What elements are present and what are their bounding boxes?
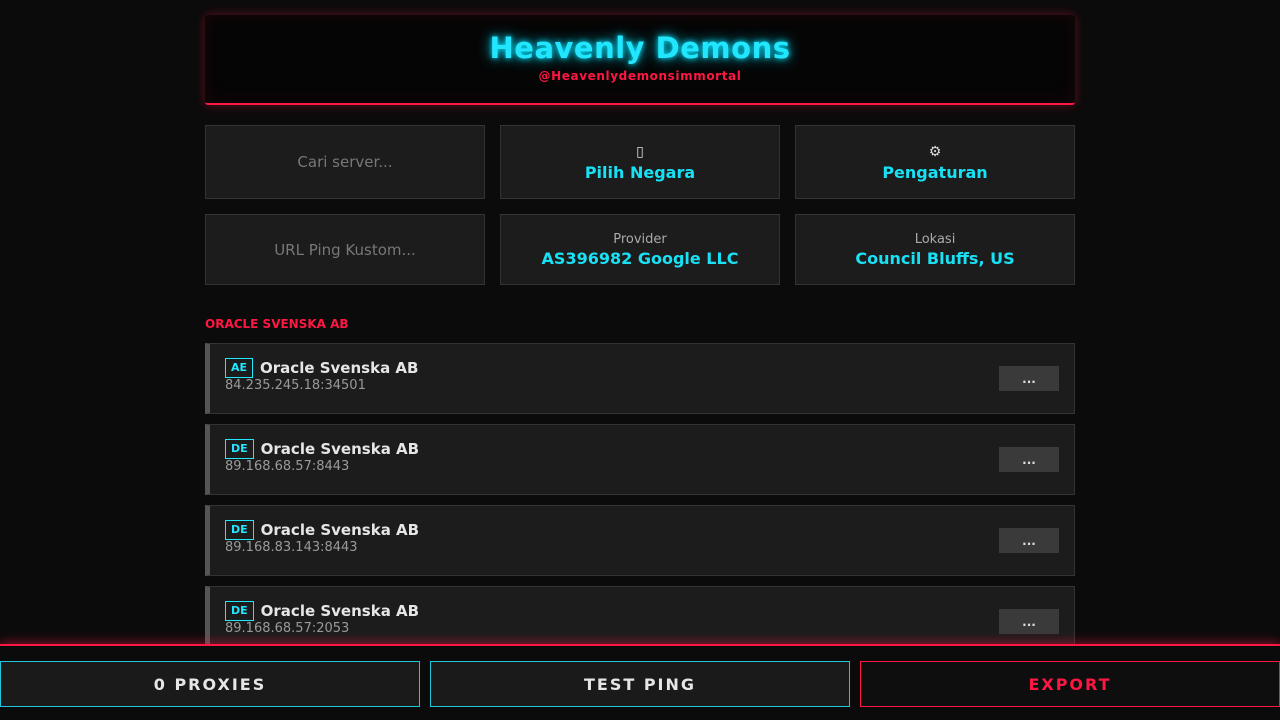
server-address: 84.235.245.18:34501 bbox=[225, 378, 366, 393]
flag-icon: ▯ bbox=[636, 143, 644, 160]
search-input[interactable] bbox=[206, 126, 484, 198]
bottom-action-bar: 0 PROXIES TEST PING EXPORT bbox=[0, 644, 1280, 720]
country-code-badge: AE bbox=[225, 358, 254, 378]
server-address: 89.168.83.143:8443 bbox=[225, 540, 358, 555]
country-code-badge: DE bbox=[225, 520, 254, 540]
custom-ping-url-input[interactable] bbox=[206, 215, 484, 284]
export-button[interactable]: EXPORT bbox=[860, 661, 1280, 707]
country-code-badge: DE bbox=[225, 439, 254, 459]
server-item[interactable]: AE Oracle Svenska AB 84.235.245.18:34501… bbox=[205, 343, 1075, 414]
location-info: Lokasi Council Bluffs, US bbox=[795, 214, 1075, 285]
proxies-count-button[interactable]: 0 PROXIES bbox=[0, 661, 420, 707]
provider-label: Provider bbox=[613, 231, 667, 247]
server-item[interactable]: DE Oracle Svenska AB 89.168.83.143:8443 … bbox=[205, 505, 1075, 576]
server-name: Oracle Svenska AB bbox=[260, 440, 420, 458]
provider-info: Provider AS396982 Google LLC bbox=[500, 214, 780, 285]
provider-value: AS396982 Google LLC bbox=[541, 248, 739, 268]
server-list: AE Oracle Svenska AB 84.235.245.18:34501… bbox=[205, 343, 1075, 657]
select-country-label: Pilih Negara bbox=[584, 162, 696, 182]
gear-icon: ⚙ bbox=[928, 143, 942, 160]
app-title: Heavenly Demons bbox=[489, 31, 791, 65]
country-code-badge: DE bbox=[225, 601, 254, 621]
server-address: 89.168.68.57:8443 bbox=[225, 459, 350, 474]
ping-button[interactable]: ... bbox=[999, 609, 1059, 634]
settings-button[interactable]: ⚙ Pengaturan bbox=[795, 125, 1075, 199]
custom-ping-url-box[interactable] bbox=[205, 214, 485, 285]
server-name: Oracle Svenska AB bbox=[260, 602, 420, 620]
server-name: Oracle Svenska AB bbox=[260, 359, 419, 377]
settings-label: Pengaturan bbox=[882, 162, 988, 182]
app-subtitle: @Heavenlydemonsimmortal bbox=[538, 69, 742, 83]
select-country-button[interactable]: ▯ Pilih Negara bbox=[500, 125, 780, 199]
test-ping-button[interactable]: TEST PING bbox=[430, 661, 850, 707]
ping-button[interactable]: ... bbox=[999, 447, 1059, 472]
search-box[interactable] bbox=[205, 125, 485, 199]
server-name: Oracle Svenska AB bbox=[260, 521, 420, 539]
ping-button[interactable]: ... bbox=[999, 366, 1059, 391]
location-label: Lokasi bbox=[914, 231, 956, 247]
server-address: 89.168.68.57:2053 bbox=[225, 621, 350, 636]
location-value: Council Bluffs, US bbox=[855, 248, 1015, 268]
header-banner: Heavenly Demons @Heavenlydemonsimmortal bbox=[205, 15, 1075, 105]
section-title: ORACLE SVENSKA AB bbox=[205, 317, 349, 331]
controls-grid: ▯ Pilih Negara ⚙ Pengaturan Provider AS3… bbox=[205, 125, 1075, 285]
ping-button[interactable]: ... bbox=[999, 528, 1059, 553]
server-item[interactable]: DE Oracle Svenska AB 89.168.68.57:8443 .… bbox=[205, 424, 1075, 495]
main-container: Heavenly Demons @Heavenlydemonsimmortal … bbox=[205, 15, 1075, 667]
